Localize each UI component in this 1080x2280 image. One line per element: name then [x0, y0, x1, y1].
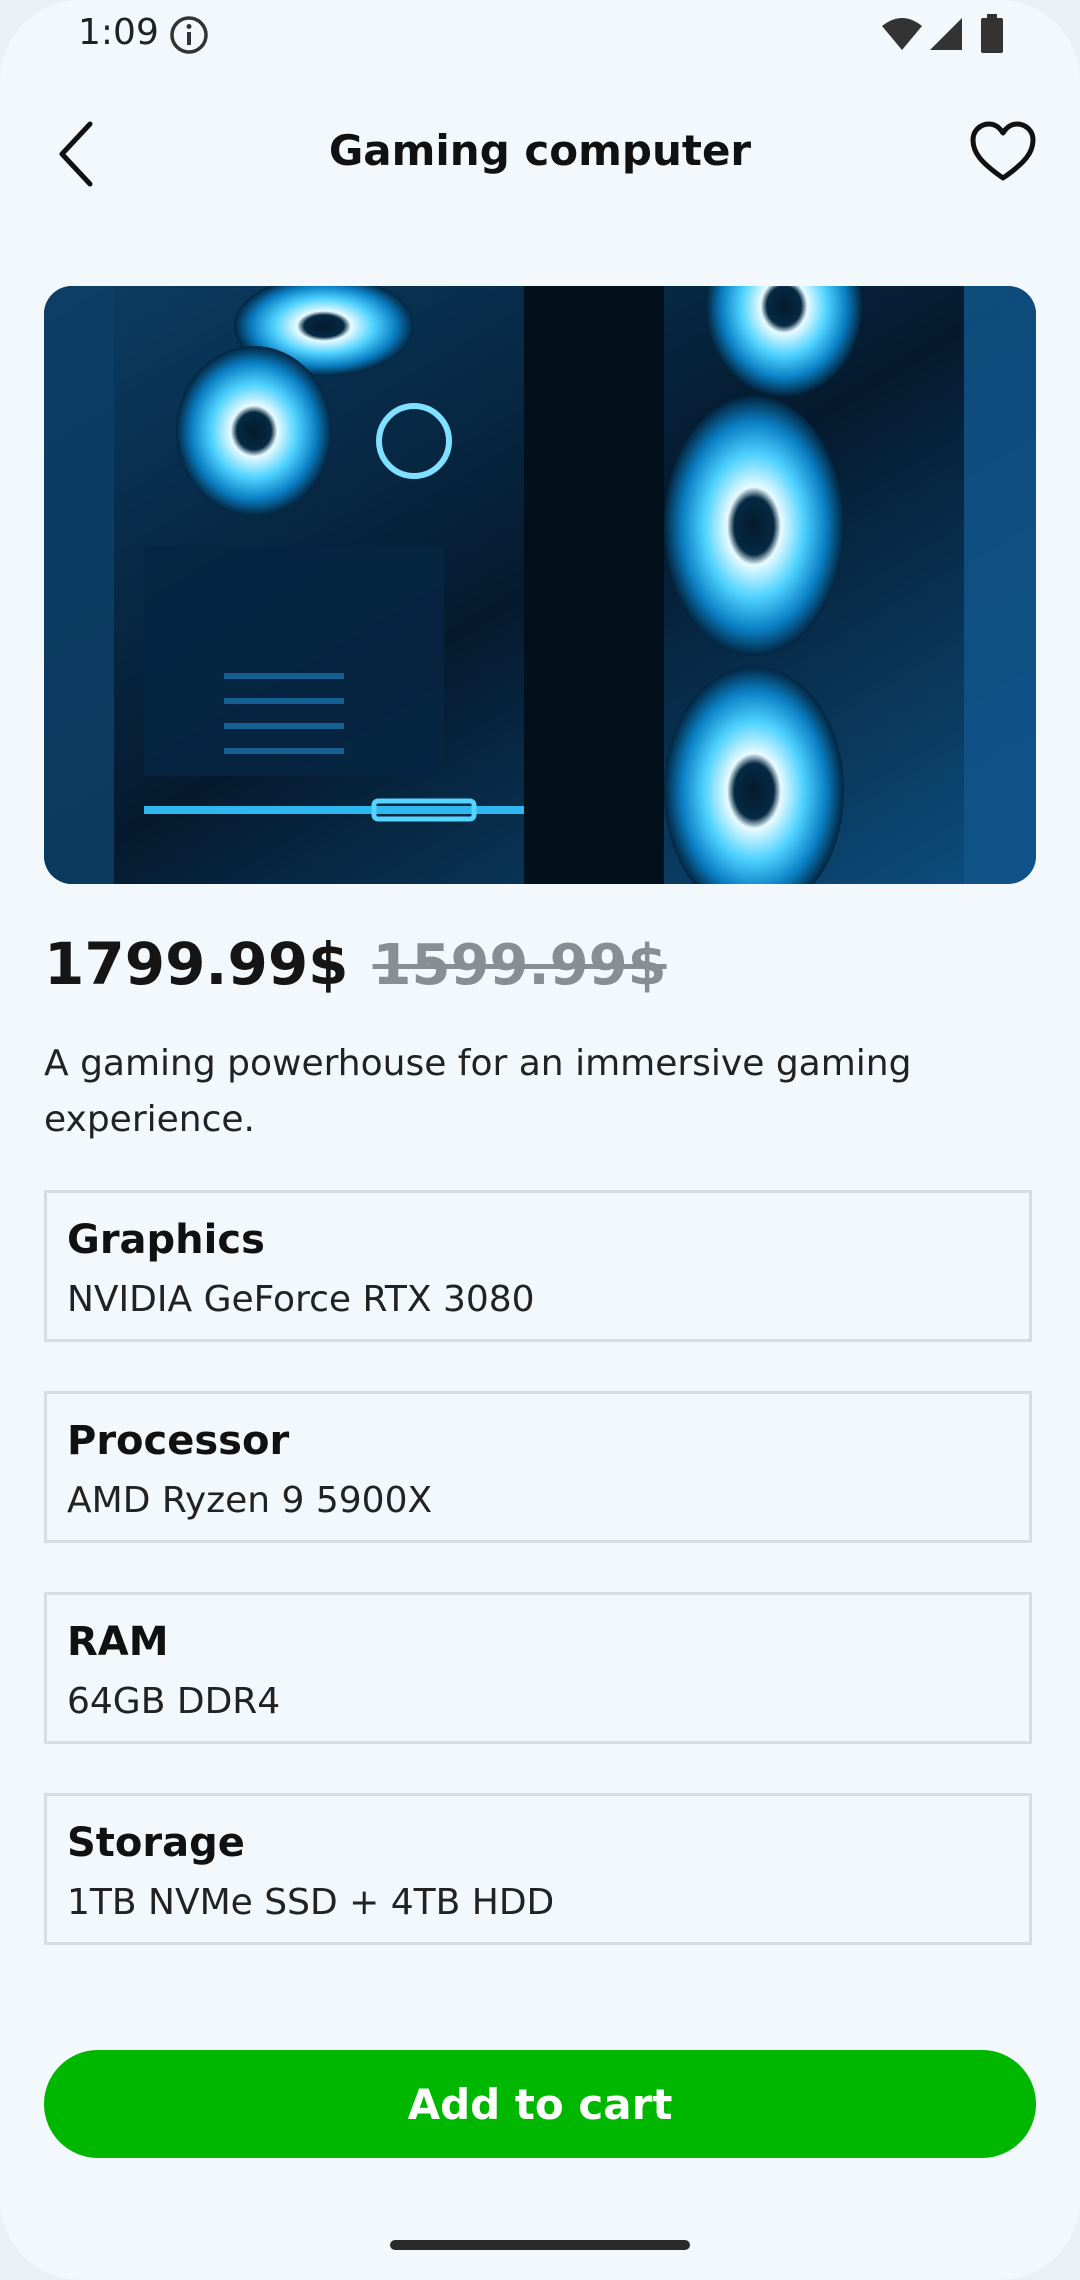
signal-icon: [930, 18, 962, 50]
spec-label: RAM: [67, 1619, 169, 1665]
page-title: Gaming computer: [328, 126, 752, 175]
product-screen: 1:09 Gaming computer 1799.99$ 1599.99$ A…: [0, 0, 1080, 2280]
status-time: 1:09: [78, 12, 159, 53]
product-description: A gaming powerhouse for an immersive gam…: [44, 1043, 912, 1140]
current-price: 1799.99$: [44, 930, 349, 998]
battery-icon: [981, 14, 1003, 53]
spec-value: NVIDIA GeForce RTX 3080: [67, 1279, 535, 1320]
spec-card-graphics: Graphics NVIDIA GeForce RTX 3080: [44, 1190, 1032, 1342]
spec-label: Storage: [67, 1820, 245, 1866]
spec-value: AMD Ryzen 9 5900X: [67, 1480, 433, 1521]
spec-value: 64GB DDR4: [67, 1681, 281, 1722]
add-to-cart-button[interactable]: Add to cart: [44, 2050, 1036, 2158]
product-image: [44, 286, 1036, 884]
price-row: 1799.99$ 1599.99$: [44, 930, 667, 1010]
wifi-icon: [882, 18, 922, 50]
spec-card-processor: Processor AMD Ryzen 9 5900X: [44, 1391, 1032, 1543]
spec-value: 1TB NVMe SSD + 4TB HDD: [67, 1882, 555, 1923]
home-indicator[interactable]: [390, 2240, 690, 2250]
status-bar: 1:09: [0, 0, 1080, 70]
spec-card-storage: Storage 1TB NVMe SSD + 4TB HDD: [44, 1793, 1032, 1945]
old-price: 1599.99$: [372, 933, 667, 998]
heart-icon[interactable]: [968, 118, 1038, 188]
spec-card-ram: RAM 64GB DDR4: [44, 1592, 1032, 1744]
info-icon: [170, 16, 208, 54]
spec-label: Processor: [67, 1418, 290, 1464]
spec-label: Graphics: [67, 1217, 265, 1263]
